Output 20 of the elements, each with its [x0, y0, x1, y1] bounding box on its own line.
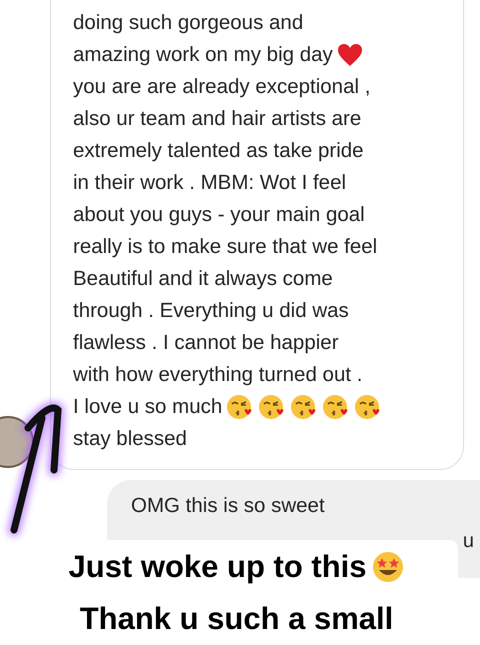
message-text: also ur team and hair artists are [73, 106, 362, 132]
message-text: Beautiful and it always come [73, 266, 333, 292]
heart-icon [336, 43, 363, 67]
caption-text: Just woke up to this [68, 548, 366, 586]
message-text: really is to make sure that we feel [73, 234, 378, 260]
message-text: flawless . I cannot be happier [73, 330, 339, 356]
message-text: you are are already exceptional , [73, 74, 370, 100]
caption-text: Thank u such a small [80, 600, 394, 638]
message-text: doing such gorgeous and [73, 10, 304, 36]
message-text: in their work . MBM: Wot I feel [73, 170, 346, 196]
message-text: amazing work on my big day [73, 42, 333, 68]
message-text: stay blessed [73, 426, 187, 452]
message-text: u [462, 530, 474, 553]
message-text: with how everything turned out . [73, 362, 362, 388]
message-text: through . Everything u did was [73, 298, 349, 324]
message-text: extremely talented as take pride [73, 138, 364, 164]
star-eyes-face-icon [372, 550, 404, 582]
message-text: OMG this is so sweet [131, 494, 325, 517]
message-text: I love u so much [73, 394, 222, 420]
message-text: about you guys - your main goal [73, 202, 365, 228]
